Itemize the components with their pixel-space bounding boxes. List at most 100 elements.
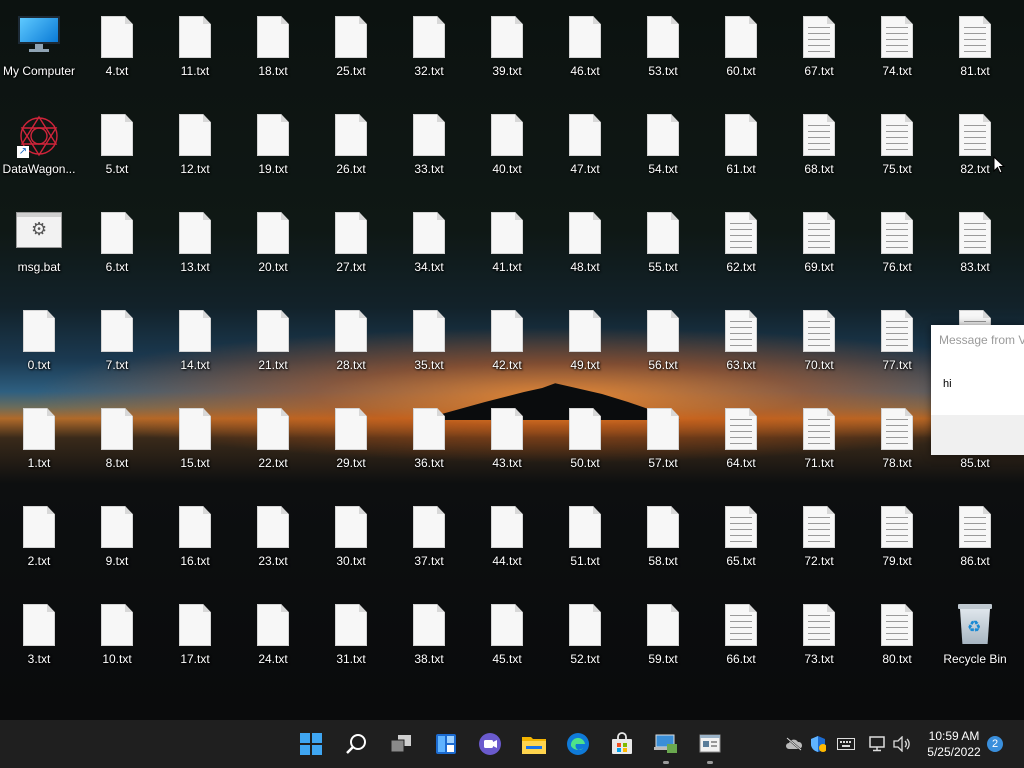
text-file[interactable]: 40.txt bbox=[468, 106, 546, 202]
text-file[interactable]: 57.txt bbox=[624, 400, 702, 496]
text-file[interactable]: 55.txt bbox=[624, 204, 702, 300]
recycle-bin[interactable]: ♻ Recycle Bin bbox=[936, 596, 1014, 692]
text-file[interactable]: 70.txt bbox=[780, 302, 858, 398]
text-file[interactable]: 74.txt bbox=[858, 8, 936, 104]
my-computer-shortcut[interactable]: My Computer bbox=[0, 8, 78, 104]
message-dialog[interactable]: Message from V hi bbox=[931, 325, 1024, 455]
text-file[interactable]: 71.txt bbox=[780, 400, 858, 496]
text-file[interactable]: 25.txt bbox=[312, 8, 390, 104]
text-file[interactable]: 59.txt bbox=[624, 596, 702, 692]
text-file[interactable]: 69.txt bbox=[780, 204, 858, 300]
text-file[interactable]: 72.txt bbox=[780, 498, 858, 594]
text-file[interactable]: 8.txt bbox=[78, 400, 156, 496]
text-file[interactable]: 60.txt bbox=[702, 8, 780, 104]
windows-start-icon[interactable] bbox=[297, 730, 325, 758]
text-file[interactable]: 33.txt bbox=[390, 106, 468, 202]
text-file[interactable]: 22.txt bbox=[234, 400, 312, 496]
text-file[interactable]: 82.txt bbox=[936, 106, 1014, 202]
text-file[interactable]: 29.txt bbox=[312, 400, 390, 496]
text-file[interactable]: 65.txt bbox=[702, 498, 780, 594]
edge-browser-icon[interactable] bbox=[564, 730, 592, 758]
text-file[interactable]: 27.txt bbox=[312, 204, 390, 300]
text-file[interactable]: 78.txt bbox=[858, 400, 936, 496]
text-file[interactable]: 34.txt bbox=[390, 204, 468, 300]
text-file[interactable]: 73.txt bbox=[780, 596, 858, 692]
text-file[interactable]: 81.txt bbox=[936, 8, 1014, 104]
network-status-icon[interactable] bbox=[868, 734, 888, 754]
text-file[interactable]: 1.txt bbox=[0, 400, 78, 496]
text-file[interactable]: 45.txt bbox=[468, 596, 546, 692]
text-file[interactable]: 80.txt bbox=[858, 596, 936, 692]
text-file[interactable]: 43.txt bbox=[468, 400, 546, 496]
volume-icon[interactable] bbox=[892, 734, 912, 754]
text-file[interactable]: 13.txt bbox=[156, 204, 234, 300]
text-file[interactable]: 6.txt bbox=[78, 204, 156, 300]
text-file[interactable]: 41.txt bbox=[468, 204, 546, 300]
task-view-icon[interactable] bbox=[387, 730, 415, 758]
text-file[interactable]: 35.txt bbox=[390, 302, 468, 398]
text-file[interactable]: 24.txt bbox=[234, 596, 312, 692]
system-clock[interactable]: 10:59 AM 5/25/2022 bbox=[918, 728, 990, 760]
text-file[interactable]: 5.txt bbox=[78, 106, 156, 202]
text-file[interactable]: 14.txt bbox=[156, 302, 234, 398]
security-shield-icon[interactable] bbox=[808, 734, 828, 754]
text-file[interactable]: 47.txt bbox=[546, 106, 624, 202]
datawagon-shortcut[interactable]: ↗ DataWagon... bbox=[0, 106, 78, 202]
text-file[interactable]: 58.txt bbox=[624, 498, 702, 594]
text-file[interactable]: 63.txt bbox=[702, 302, 780, 398]
text-file[interactable]: 0.txt bbox=[0, 302, 78, 398]
text-file[interactable]: 31.txt bbox=[312, 596, 390, 692]
notification-badge[interactable]: 2 bbox=[987, 736, 1003, 752]
text-file[interactable]: 21.txt bbox=[234, 302, 312, 398]
text-file[interactable]: 51.txt bbox=[546, 498, 624, 594]
text-file[interactable]: 46.txt bbox=[546, 8, 624, 104]
text-file[interactable]: 53.txt bbox=[624, 8, 702, 104]
text-file[interactable]: 32.txt bbox=[390, 8, 468, 104]
text-file[interactable]: 19.txt bbox=[234, 106, 312, 202]
text-file[interactable]: 23.txt bbox=[234, 498, 312, 594]
text-file[interactable]: 68.txt bbox=[780, 106, 858, 202]
search-icon[interactable] bbox=[342, 730, 370, 758]
text-file[interactable]: 77.txt bbox=[858, 302, 936, 398]
keyboard-icon[interactable] bbox=[836, 734, 856, 754]
text-file[interactable]: 38.txt bbox=[390, 596, 468, 692]
text-file[interactable]: 64.txt bbox=[702, 400, 780, 496]
text-file[interactable]: 52.txt bbox=[546, 596, 624, 692]
text-file[interactable]: 4.txt bbox=[78, 8, 156, 104]
text-file[interactable]: 56.txt bbox=[624, 302, 702, 398]
text-file[interactable]: 67.txt bbox=[780, 8, 858, 104]
store-icon[interactable] bbox=[608, 730, 636, 758]
text-file[interactable]: 75.txt bbox=[858, 106, 936, 202]
text-file[interactable]: 61.txt bbox=[702, 106, 780, 202]
text-file[interactable]: 16.txt bbox=[156, 498, 234, 594]
widgets-icon[interactable] bbox=[432, 730, 460, 758]
text-file[interactable]: 2.txt bbox=[0, 498, 78, 594]
msg-bat-file[interactable]: ⚙ msg.bat bbox=[0, 204, 78, 300]
text-file[interactable]: 76.txt bbox=[858, 204, 936, 300]
text-file[interactable]: 18.txt bbox=[234, 8, 312, 104]
text-file[interactable]: 44.txt bbox=[468, 498, 546, 594]
text-file[interactable]: 54.txt bbox=[624, 106, 702, 202]
text-file[interactable]: 66.txt bbox=[702, 596, 780, 692]
msg-window-icon[interactable] bbox=[696, 730, 724, 764]
text-file[interactable]: 28.txt bbox=[312, 302, 390, 398]
text-file[interactable]: 37.txt bbox=[390, 498, 468, 594]
text-file[interactable]: 36.txt bbox=[390, 400, 468, 496]
text-file[interactable]: 30.txt bbox=[312, 498, 390, 594]
text-file[interactable]: 15.txt bbox=[156, 400, 234, 496]
text-file[interactable]: 86.txt bbox=[936, 498, 1014, 594]
text-file[interactable]: 49.txt bbox=[546, 302, 624, 398]
text-file[interactable]: 79.txt bbox=[858, 498, 936, 594]
text-file[interactable]: 48.txt bbox=[546, 204, 624, 300]
cloud-offline-icon[interactable] bbox=[784, 734, 804, 754]
text-file[interactable]: 11.txt bbox=[156, 8, 234, 104]
chat-icon[interactable] bbox=[476, 730, 504, 758]
text-file[interactable]: 7.txt bbox=[78, 302, 156, 398]
network-app-icon[interactable] bbox=[652, 730, 680, 764]
text-file[interactable]: 12.txt bbox=[156, 106, 234, 202]
text-file[interactable]: 10.txt bbox=[78, 596, 156, 692]
text-file[interactable]: 83.txt bbox=[936, 204, 1014, 300]
text-file[interactable]: 20.txt bbox=[234, 204, 312, 300]
text-file[interactable]: 50.txt bbox=[546, 400, 624, 496]
text-file[interactable]: 42.txt bbox=[468, 302, 546, 398]
